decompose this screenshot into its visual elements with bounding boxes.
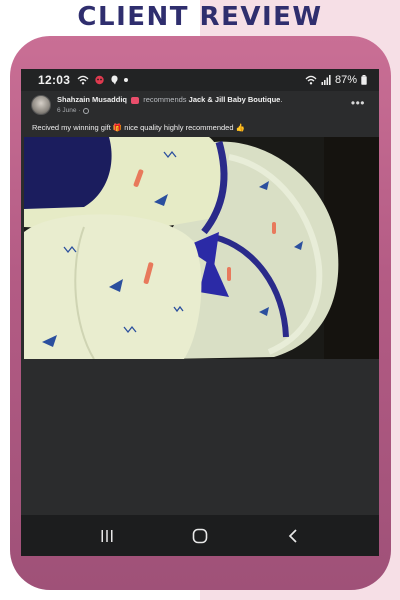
- post-header: Shahzain Musaddiq recommends Jack & Jill…: [21, 91, 379, 119]
- wifi-icon: [77, 75, 89, 85]
- phone-screen: 12:03 87% Shahzain Musaddiq recommends J…: [21, 69, 379, 556]
- more-options-icon[interactable]: •••: [351, 96, 365, 110]
- home-button[interactable]: [188, 524, 212, 548]
- avatar[interactable]: [31, 95, 51, 115]
- back-icon: [288, 528, 297, 543]
- battery-icon: [361, 75, 367, 85]
- chat-icon: [111, 75, 118, 85]
- status-right: 87%: [305, 74, 367, 86]
- post-date[interactable]: 6 June: [57, 105, 77, 116]
- recents-icon: [101, 529, 113, 542]
- wifi-icon: [305, 75, 317, 85]
- battery-percent: 87%: [334, 74, 357, 86]
- post-text: Recived my winning gift 🎁 nice quality h…: [32, 123, 245, 132]
- post-date-line: 6 June ·: [57, 105, 282, 116]
- status-time: 12:03: [38, 73, 71, 87]
- separator-dot: ·: [78, 107, 81, 114]
- recents-button[interactable]: [95, 524, 119, 548]
- page-name[interactable]: Jack & Jill Baby Boutique: [189, 95, 281, 104]
- home-icon: [192, 528, 208, 543]
- back-button[interactable]: [281, 524, 305, 548]
- navigation-bar: [21, 515, 379, 556]
- badge-icon: [131, 96, 140, 104]
- post-title-line: Shahzain Musaddiq recommends Jack & Jill…: [57, 94, 282, 105]
- author-name[interactable]: Shahzain Musaddiq: [57, 95, 127, 104]
- post-meta: Shahzain Musaddiq recommends Jack & Jill…: [57, 94, 282, 116]
- globe-icon: [82, 107, 89, 114]
- post-photo[interactable]: [24, 137, 379, 359]
- banner-title: CLIENT REVIEW: [77, 2, 323, 32]
- recommends-text: recommends: [143, 95, 187, 104]
- status-bar: 12:03 87%: [21, 69, 379, 91]
- notification-dot: [124, 78, 129, 82]
- notification-icon: [95, 75, 104, 85]
- signal-icon: [321, 75, 331, 85]
- page-suffix: .: [280, 95, 283, 104]
- status-left-icons: [77, 75, 129, 85]
